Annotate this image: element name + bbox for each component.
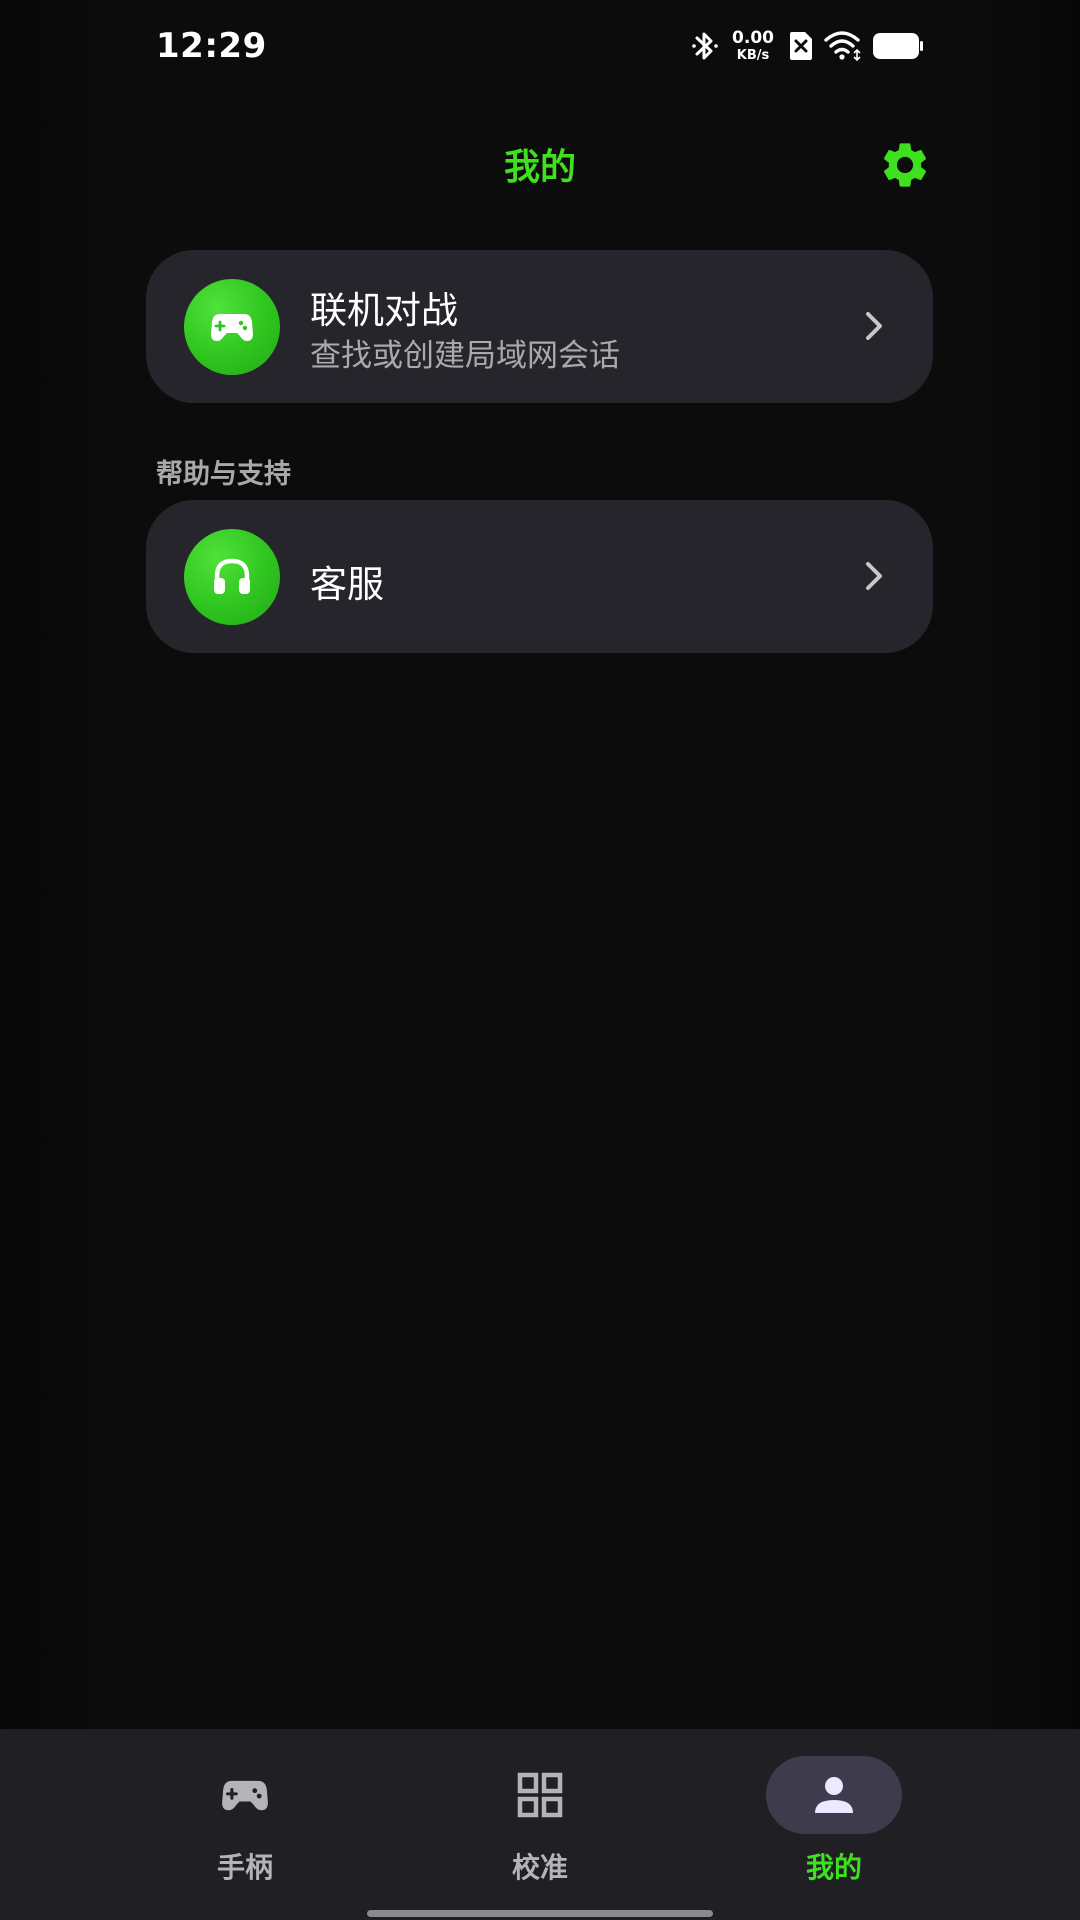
tab-controller-icon-wrap [177, 1756, 313, 1834]
battery-icon [873, 33, 923, 59]
tab-controller[interactable]: 手柄 [145, 1729, 345, 1920]
tab-calibrate-icon-wrap [472, 1756, 608, 1834]
customer-service-icon-circle [184, 529, 280, 625]
chevron-right-icon [866, 562, 882, 590]
headphones-icon [214, 558, 250, 594]
multiplayer-card[interactable]: 联机对战 查找或创建局域网会话 [146, 250, 933, 403]
customer-service-title: 客服 [310, 563, 384, 606]
no-sim-icon [790, 32, 812, 60]
chevron-right-icon [866, 312, 882, 340]
tab-mine[interactable]: 我的 [734, 1729, 934, 1920]
status-icons: 0.00 KB/s [692, 28, 924, 64]
wifi-icon [824, 31, 861, 62]
gamepad-icon [222, 1780, 268, 1811]
net-speed-unit: KB/s [736, 48, 770, 63]
multiplayer-title: 联机对战 [310, 289, 458, 332]
tab-controller-label: 手柄 [216, 1851, 273, 1884]
bottom-nav: 手柄 校准 我的 [0, 1729, 1080, 1920]
gear-icon[interactable] [878, 138, 932, 192]
net-speed-value: 0.00 [732, 28, 774, 48]
gamepad-icon [211, 314, 253, 341]
section-help-support: 帮助与支持 [156, 459, 291, 490]
home-indicator[interactable] [367, 1910, 713, 1917]
grid-icon [517, 1772, 563, 1818]
multiplayer-subtitle: 查找或创建局域网会话 [310, 338, 620, 374]
tab-mine-icon-wrap [766, 1756, 902, 1834]
net-speed: 0.00 KB/s [732, 28, 774, 63]
status-bar: 12:29 0.00 KB/s [0, 0, 1080, 92]
tab-calibrate-label: 校准 [511, 1851, 568, 1884]
tab-mine-label: 我的 [805, 1851, 862, 1884]
customer-service-card[interactable]: 客服 [146, 500, 933, 653]
tab-calibrate[interactable]: 校准 [440, 1729, 640, 1920]
screen: 12:29 0.00 KB/s 我的 联机对战 查找或创建局域网会话 帮助与支持… [0, 0, 1080, 1920]
bluetooth-icon [692, 32, 718, 60]
multiplayer-icon-circle [184, 279, 280, 375]
status-time: 12:29 [156, 26, 267, 66]
person-icon [815, 1777, 853, 1813]
